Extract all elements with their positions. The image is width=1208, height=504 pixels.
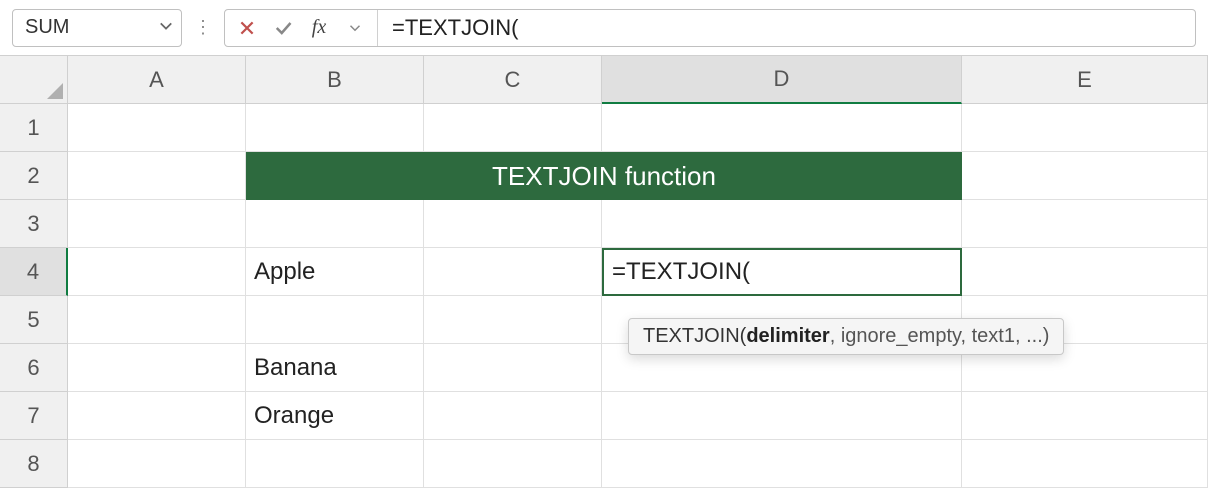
cell-C7[interactable] [424,392,602,440]
title-cell[interactable]: TEXTJOIN function [246,152,962,200]
formula-buttons: fx [225,10,378,46]
cell-D7[interactable] [602,392,962,440]
cell-E4[interactable] [962,248,1208,296]
cell-D4[interactable]: =TEXTJOIN( [602,248,962,296]
cell-A7[interactable] [68,392,246,440]
cell-C3[interactable] [424,200,602,248]
col-header-C[interactable]: C [424,56,602,104]
formula-input[interactable]: =TEXTJOIN( [378,15,1195,41]
cell-E2[interactable] [962,152,1208,200]
cell-C6[interactable] [424,344,602,392]
row-header-5[interactable]: 5 [0,296,68,344]
cell-A4[interactable] [68,248,246,296]
cell-D8[interactable] [602,440,962,488]
col-header-B[interactable]: B [246,56,424,104]
row-header-4[interactable]: 4 [0,248,68,296]
cell-D3[interactable] [602,200,962,248]
row-header-1[interactable]: 1 [0,104,68,152]
cell-E3[interactable] [962,200,1208,248]
cell-B1[interactable] [246,104,424,152]
cell-E8[interactable] [962,440,1208,488]
enter-icon[interactable] [271,16,295,40]
cell-E7[interactable] [962,392,1208,440]
tooltip-rest: , ignore_empty, text1, ...) [830,325,1050,347]
function-tooltip: TEXTJOIN(delimiter, ignore_empty, text1,… [628,318,1064,355]
name-box[interactable]: SUM [12,9,182,47]
cell-B3[interactable] [246,200,424,248]
formula-bar: SUM ⋮ fx =TEXTJOIN( [0,0,1208,56]
cell-B4[interactable]: Apple [246,248,424,296]
cell-D1[interactable] [602,104,962,152]
cell-A3[interactable] [68,200,246,248]
col-header-D[interactable]: D [602,56,962,104]
cell-A1[interactable] [68,104,246,152]
cell-E1[interactable] [962,104,1208,152]
tooltip-active-arg: delimiter [746,325,829,347]
row-header-8[interactable]: 8 [0,440,68,488]
tooltip-fn: TEXTJOIN( [643,325,746,347]
cell-C4[interactable] [424,248,602,296]
cell-A5[interactable] [68,296,246,344]
cell-C8[interactable] [424,440,602,488]
col-header-E[interactable]: E [962,56,1208,104]
spreadsheet-grid: A B C D E 1 2 TEXTJOIN function 3 4 Appl… [0,56,1208,488]
row-header-6[interactable]: 6 [0,344,68,392]
chevron-down-icon[interactable] [159,16,173,39]
cell-C5[interactable] [424,296,602,344]
formula-section: fx =TEXTJOIN( [224,9,1196,47]
chevron-down-icon[interactable] [343,16,367,40]
row-header-2[interactable]: 2 [0,152,68,200]
row-header-3[interactable]: 3 [0,200,68,248]
cell-A2[interactable] [68,152,246,200]
cancel-icon[interactable] [235,16,259,40]
select-all-corner[interactable] [0,56,68,104]
name-box-value: SUM [25,16,69,39]
cell-A8[interactable] [68,440,246,488]
divider-icon: ⋮ [190,17,216,38]
cell-B7[interactable]: Orange [246,392,424,440]
fx-icon[interactable]: fx [307,16,331,40]
row-header-7[interactable]: 7 [0,392,68,440]
cell-B6[interactable]: Banana [246,344,424,392]
cell-C1[interactable] [424,104,602,152]
col-header-A[interactable]: A [68,56,246,104]
cell-B5[interactable] [246,296,424,344]
cell-B8[interactable] [246,440,424,488]
cell-A6[interactable] [68,344,246,392]
